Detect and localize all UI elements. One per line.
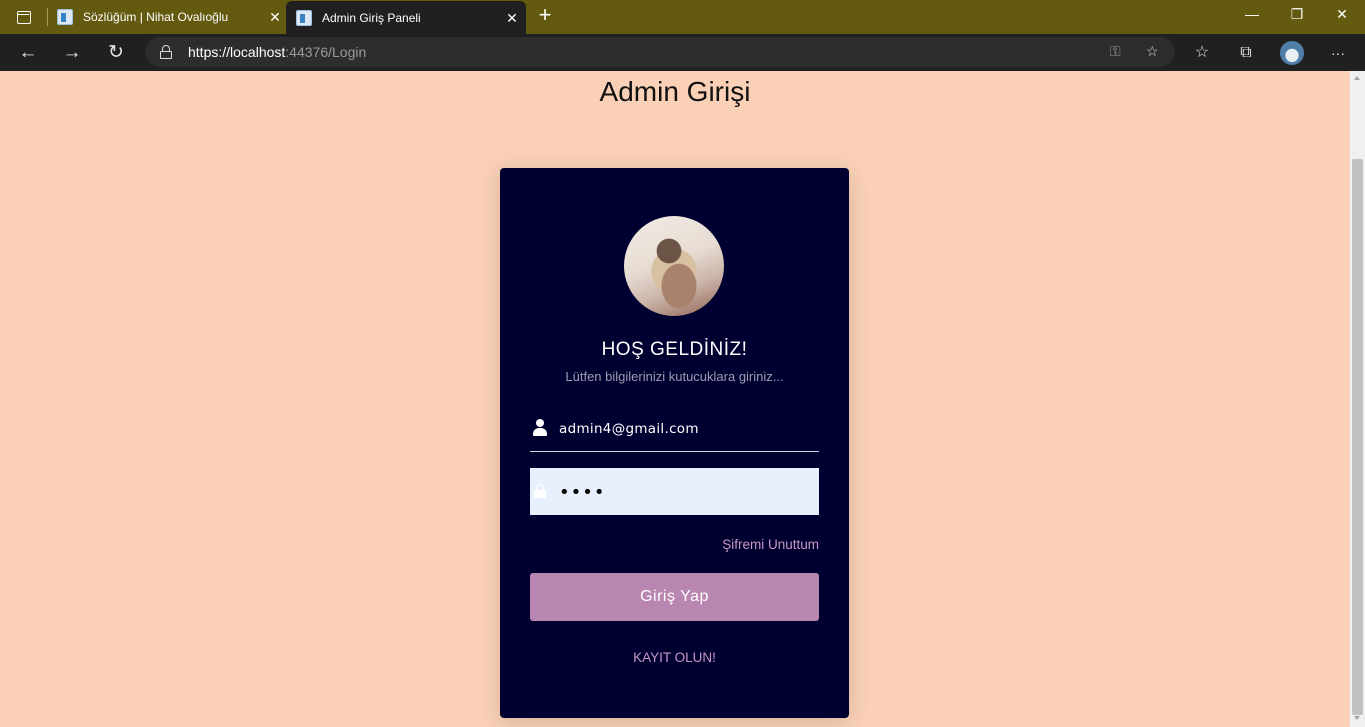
close-tab-icon[interactable]: ✕ (504, 10, 520, 26)
browser-toolbar: ← → ↻ https://localhost:44376/Login ⚿ ☆ … (0, 34, 1365, 71)
window-close-icon[interactable]: ✕ (1319, 0, 1365, 30)
collections-icon[interactable]: ⧉ (1231, 38, 1261, 68)
user-icon (533, 419, 547, 436)
lock-icon (534, 484, 546, 498)
minimize-icon[interactable]: — (1229, 0, 1275, 30)
page-favicon-icon (296, 9, 312, 26)
tab-admin-giris-paneli[interactable]: Admin Giriş Paneli ✕ (286, 1, 526, 34)
register-link[interactable]: KAYIT OLUN! (500, 650, 849, 665)
back-icon[interactable]: ← (13, 38, 43, 68)
favorites-icon[interactable]: ☆ (1187, 38, 1217, 68)
url-host: https://localhost (188, 44, 286, 60)
tab-title: Sözlüğüm | Nihat Ovalıoğlu (83, 10, 229, 24)
login-button[interactable]: Giriş Yap (530, 573, 819, 621)
scrollbar-thumb[interactable] (1352, 159, 1363, 715)
restore-icon[interactable]: ❐ (1274, 0, 1320, 30)
key-icon[interactable]: ⚿ (1110, 43, 1121, 60)
add-favorite-icon[interactable]: ☆ (1146, 43, 1159, 60)
scroll-up-icon[interactable] (1354, 76, 1360, 80)
more-options-icon[interactable]: ··· (1323, 38, 1353, 68)
password-input[interactable] (559, 480, 809, 504)
page-scrollbar[interactable] (1350, 71, 1365, 727)
browser-tab-bar: Sözlüğüm | Nihat Ovalıoğlu ✕ Admin Giriş… (0, 0, 1365, 34)
welcome-heading: HOŞ GELDİNİZ! (601, 339, 748, 360)
login-subtitle: Lütfen bilgilerinizi kutucuklara giriniz… (565, 369, 784, 384)
password-field (530, 468, 819, 515)
tab-sozlugum[interactable]: Sözlüğüm | Nihat Ovalıoğlu ✕ (57, 0, 283, 34)
profile-avatar[interactable] (1277, 38, 1307, 68)
lock-icon[interactable] (160, 45, 172, 59)
forgot-password-link[interactable]: Şifremi Unuttum (722, 537, 819, 552)
login-card: HOŞ GELDİNİZ! Lütfen bilgilerinizi kutuc… (500, 168, 849, 718)
page-favicon-icon (57, 9, 73, 25)
refresh-icon[interactable]: ↻ (101, 38, 131, 68)
email-input[interactable] (559, 418, 809, 440)
tab-separator (47, 8, 48, 26)
new-tab-icon[interactable]: + (533, 4, 557, 28)
url-path: :44376/Login (285, 44, 367, 60)
page-title: Admin Girişi (599, 76, 751, 107)
tab-title: Admin Giriş Paneli (322, 10, 421, 25)
admin-avatar-image (624, 216, 724, 316)
tab-actions-menu-icon[interactable] (8, 5, 40, 29)
close-tab-icon[interactable]: ✕ (267, 9, 283, 25)
email-field (530, 411, 819, 452)
scroll-down-icon[interactable] (1354, 716, 1360, 720)
address-bar[interactable]: https://localhost:44376/Login ⚿ ☆ (145, 37, 1175, 67)
forward-icon[interactable]: → (57, 38, 87, 68)
